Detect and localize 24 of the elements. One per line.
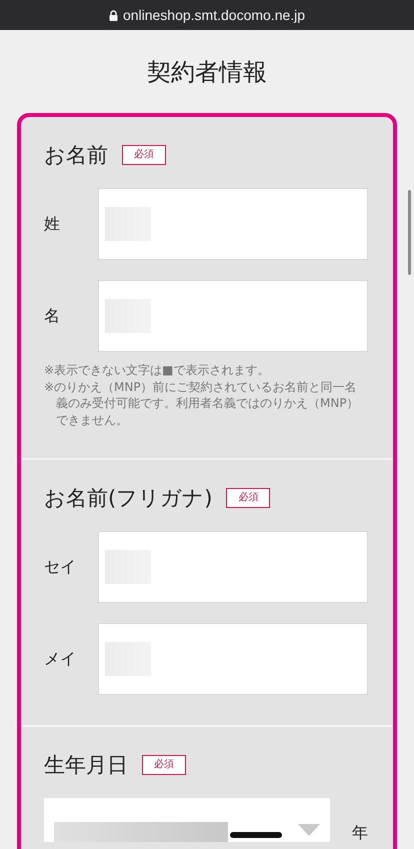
- lock-icon: [108, 10, 118, 20]
- required-badge: 必須: [226, 488, 270, 508]
- dropdown-arrow-icon: [298, 824, 320, 836]
- field-label: 名: [44, 306, 61, 326]
- unit-label: 年: [352, 824, 368, 842]
- input-field[interactable]: [98, 623, 368, 695]
- field-label: 姓: [44, 214, 61, 234]
- section-heading: 生年月日: [44, 752, 128, 779]
- note-text: ※表示できない文字は■で表示されます。: [44, 362, 270, 378]
- home-indicator: [230, 832, 282, 838]
- url-text: onlineshop.smt.docomo.ne.jp: [122, 7, 306, 23]
- input-field[interactable]: [98, 280, 368, 352]
- section-heading: お名前(フリガナ): [44, 485, 212, 512]
- input-field[interactable]: [98, 188, 368, 260]
- year-select[interactable]: [44, 798, 330, 842]
- note-text: ※のりかえ（MNP）前にご契約されているお名前と同一名義のみ受付可能です。利用者名義ではのりかえ（MNP）できません。: [44, 378, 360, 428]
- field-label: メイ: [44, 648, 77, 670]
- section-heading: お名前: [44, 142, 108, 169]
- input-field[interactable]: [98, 531, 368, 603]
- required-badge: 必須: [122, 145, 166, 165]
- page-title: 契約者情報: [147, 56, 267, 88]
- required-badge: 必須: [142, 755, 186, 775]
- field-label: セイ: [44, 556, 77, 578]
- address-bar[interactable]: onlineshop.smt.docomo.ne.jp: [0, 0, 414, 30]
